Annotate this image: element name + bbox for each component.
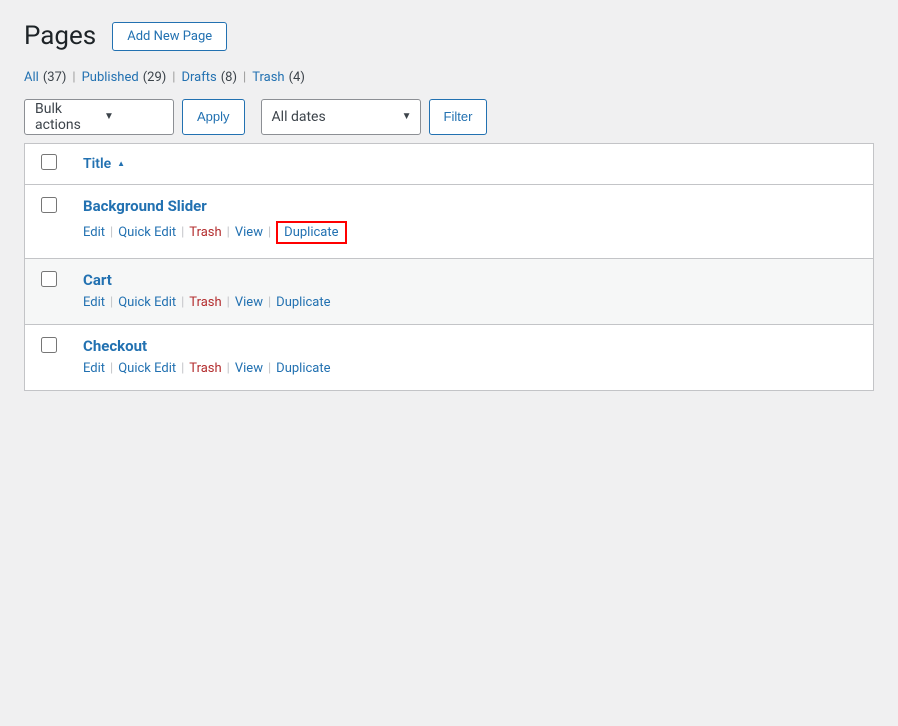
- table-body: Background Slider Edit | Quick Edit | Tra…: [25, 184, 874, 390]
- sep-trash-view: |: [227, 361, 230, 376]
- filter-all-count: (37): [43, 70, 67, 85]
- row-checkbox-cell: [25, 324, 68, 390]
- table-row: Checkout Edit | Quick Edit | Trash | View…: [25, 324, 874, 390]
- filter-button[interactable]: Filter: [429, 99, 488, 135]
- sep-3: |: [243, 70, 246, 85]
- apply-button[interactable]: Apply: [182, 99, 245, 135]
- sep-edit-quickedit: |: [110, 225, 113, 240]
- duplicate-link[interactable]: Duplicate: [276, 361, 330, 376]
- bulk-actions-dropdown[interactable]: Bulk actions ▼: [24, 99, 174, 135]
- sep-edit-quickedit: |: [110, 361, 113, 376]
- sep-view-duplicate: |: [268, 361, 271, 376]
- dates-label: All dates: [272, 109, 326, 125]
- edit-link[interactable]: Edit: [83, 295, 105, 310]
- filter-all: All (37): [24, 70, 66, 85]
- page-title-link[interactable]: Background Slider: [83, 197, 857, 215]
- pages-table: Title ▲ Background Slider Edit | Quick Ed…: [24, 143, 874, 391]
- filter-nav: All (37) | Published (29) | Drafts (8) |…: [24, 70, 874, 85]
- quick-edit-link[interactable]: Quick Edit: [118, 361, 176, 376]
- sep-quickedit-trash: |: [181, 225, 184, 240]
- dates-dropdown[interactable]: All dates ▼: [261, 99, 421, 135]
- sep-1: |: [72, 70, 75, 85]
- page-header: Pages Add New Page: [24, 20, 874, 54]
- page-title-link[interactable]: Checkout: [83, 337, 857, 355]
- sort-arrows-icon: ▲: [117, 161, 125, 167]
- duplicate-link[interactable]: Duplicate: [276, 221, 346, 244]
- sep-trash-view: |: [227, 225, 230, 240]
- select-all-header: [25, 143, 68, 184]
- table-row: Background Slider Edit | Quick Edit | Tra…: [25, 184, 874, 258]
- page-title: Pages: [24, 20, 96, 54]
- quick-edit-link[interactable]: Quick Edit: [118, 225, 176, 240]
- row-checkbox[interactable]: [41, 271, 57, 287]
- page-title-link[interactable]: Cart: [83, 271, 857, 289]
- select-all-checkbox[interactable]: [41, 154, 57, 170]
- title-header-content: Title ▲: [83, 156, 857, 172]
- tablenav: Bulk actions ▼ Apply All dates ▼ Filter: [24, 99, 874, 135]
- filter-trash-link[interactable]: Trash: [252, 70, 284, 85]
- filter-drafts: Drafts (8): [181, 70, 237, 85]
- bulk-actions-chevron-icon: ▼: [104, 111, 165, 122]
- row-content-cell: Checkout Edit | Quick Edit | Trash | View…: [67, 324, 874, 390]
- row-checkbox-cell: [25, 258, 68, 324]
- row-checkbox[interactable]: [41, 197, 57, 213]
- filter-published-link[interactable]: Published: [82, 70, 139, 85]
- filter-trash: Trash (4): [252, 70, 305, 85]
- row-content-cell: Background Slider Edit | Quick Edit | Tra…: [67, 184, 874, 258]
- row-actions: Edit | Quick Edit | Trash | View | Dupli…: [83, 221, 857, 244]
- filter-drafts-link[interactable]: Drafts: [181, 70, 216, 85]
- quick-edit-link[interactable]: Quick Edit: [118, 295, 176, 310]
- filter-published-count: (29): [143, 70, 167, 85]
- bulk-actions-label: Bulk actions: [35, 101, 96, 133]
- row-actions: Edit | Quick Edit | Trash | View | Dupli…: [83, 361, 857, 376]
- view-link[interactable]: View: [235, 361, 263, 376]
- table-header: Title ▲: [25, 143, 874, 184]
- sep-quickedit-trash: |: [181, 295, 184, 310]
- view-link[interactable]: View: [235, 295, 263, 310]
- filter-drafts-count: (8): [221, 70, 237, 85]
- trash-link[interactable]: Trash: [189, 225, 221, 240]
- trash-link[interactable]: Trash: [189, 361, 221, 376]
- sep-quickedit-trash: |: [181, 361, 184, 376]
- row-checkbox[interactable]: [41, 337, 57, 353]
- sep-view-duplicate: |: [268, 295, 271, 310]
- title-sort-link[interactable]: Title: [83, 156, 111, 172]
- duplicate-link[interactable]: Duplicate: [276, 295, 330, 310]
- sep-view-duplicate: |: [268, 225, 271, 240]
- trash-link[interactable]: Trash: [189, 295, 221, 310]
- filter-all-link[interactable]: All: [24, 70, 39, 85]
- title-header-cell: Title ▲: [67, 143, 874, 184]
- edit-link[interactable]: Edit: [83, 361, 105, 376]
- row-content-cell: Cart Edit | Quick Edit | Trash | View | D…: [67, 258, 874, 324]
- edit-link[interactable]: Edit: [83, 225, 105, 240]
- sep-trash-view: |: [227, 295, 230, 310]
- filter-published: Published (29): [82, 70, 167, 85]
- sep-edit-quickedit: |: [110, 295, 113, 310]
- add-new-page-button[interactable]: Add New Page: [112, 22, 227, 51]
- view-link[interactable]: View: [235, 225, 263, 240]
- dates-chevron-icon: ▼: [402, 111, 412, 122]
- sort-up-icon: ▲: [117, 161, 125, 167]
- sep-2: |: [172, 70, 175, 85]
- row-actions: Edit | Quick Edit | Trash | View | Dupli…: [83, 295, 857, 310]
- table-row: Cart Edit | Quick Edit | Trash | View | D…: [25, 258, 874, 324]
- row-checkbox-cell: [25, 184, 68, 258]
- filter-trash-count: (4): [289, 70, 305, 85]
